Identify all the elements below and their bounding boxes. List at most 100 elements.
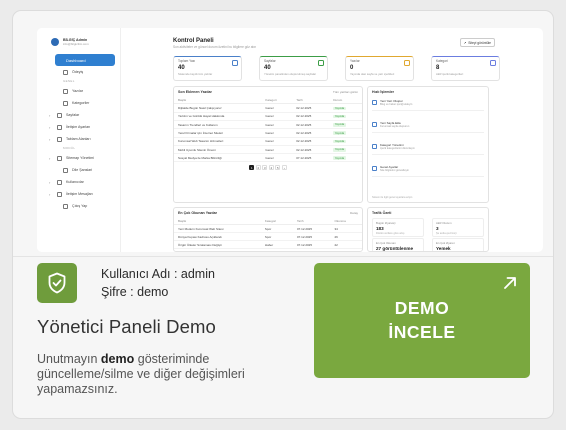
stat-value: 0 (350, 65, 354, 71)
quick-action-text: Kategori Yönetimi İçerik kategorilerini d… (380, 143, 415, 154)
page-button: › (281, 165, 287, 171)
sidebar-item-label: İletişim Mesajları (66, 192, 93, 196)
table-cell: Genel (261, 145, 293, 155)
stat-label: Sayfalar (264, 59, 276, 63)
menu-item-icon (63, 69, 68, 75)
page-title: Kontrol Paneli (173, 38, 214, 44)
sidebar-item-label: Dile Şanslari (72, 168, 93, 172)
table-cell: 02.12.2025 (292, 112, 330, 121)
menu-item-icon (63, 167, 68, 173)
stat-icon (490, 60, 496, 66)
table-cell: Yayında (329, 112, 362, 121)
demo-inspect-button[interactable]: DEMO İNCELE (314, 263, 530, 378)
table-cell: 07.12.2025 (292, 240, 331, 250)
sidebar-item: Dile Şanslari (37, 164, 120, 176)
demo-card: BİLGİÇ Admin info@bilgicilim.com Dashboa… (12, 10, 554, 419)
quick-action-desc: Blog ve haber içeriği ekleyin (380, 103, 413, 106)
table-cell: Genel (261, 120, 293, 130)
quick-action-text: Yeni Yazı Oluştur Blog ve haber içeriği e… (380, 99, 412, 110)
action-icon (372, 166, 377, 171)
table-row: Dünya Kupası Kadrosu Açıklandı Spor 07.12.… (174, 232, 362, 242)
notice-emphasis: demo (100, 352, 135, 366)
column-header: Tarih (292, 97, 330, 105)
table-row: Tasarım Trendleri ve Kullanım Genel 02.12.… (174, 120, 362, 130)
table-row: Sosyal Medya ile Marka Bilinirliği Genel 0… (174, 153, 362, 163)
stat-card: Yazılar 0 Yayında olan sayfa ve yazı içeri… (345, 56, 414, 81)
sidebar-list: Ödeyiş GENEL Yazılar Kategoriler › Sayfalar › İ… (37, 66, 120, 212)
sidebar-item-label: Kullanıcılar (66, 180, 84, 184)
page-button: 1 (249, 165, 255, 171)
quick-action-desc: İçerik kategorilerini düzenleyin (380, 147, 415, 150)
sidebar-item: Yazılar (37, 85, 120, 97)
table-header-row: Başlık Kategori Tarih Okunma (174, 218, 362, 226)
demo-notice: Unutmayın demo gösteriminde güncelleme/s… (37, 352, 297, 397)
recent-posts-panel: Son Eklenen Yazılar Tüm yazıları görün B… (173, 86, 363, 203)
table-cell: 02.12.2025 (292, 145, 330, 155)
table-cell: 18 (330, 248, 362, 251)
menu-item-icon (57, 112, 62, 118)
table-cell: Yerel Firmalar için İnternet Siteleri (174, 128, 262, 138)
sidebar-item: Kategoriler (37, 97, 120, 109)
profile-email: info@bilgicilim.com (63, 42, 89, 46)
quick-action-item: Kategori Yönetimi İçerik kategorilerini d… (372, 143, 484, 155)
table-cell: Spor (260, 224, 293, 234)
sidebar-item: Çıkış Yap (37, 200, 120, 212)
table-cell: Özgür Ülkeler Sıralaması Değişti (174, 240, 261, 250)
stat-card: Sayfalar 40 Yönetim panelinden oluşturulmu… (259, 56, 328, 81)
traffic-tile-value: 183 (376, 225, 384, 231)
menu-item-icon (63, 100, 68, 106)
table-row: Yerel Firmalar için İnternet Siteleri Gen… (174, 128, 362, 138)
table-cell: 02.12.2025 (292, 120, 330, 130)
recent-posts-link: Tüm yazıları görün (332, 90, 358, 94)
quick-actions-list: Yeni Yazı Oluştur Blog ve haber içeriği e… (368, 99, 488, 177)
menu-item-icon (63, 88, 68, 94)
table-row: Kurumsal Web Tasarım Hizmetleri Genel 02.1… (174, 137, 362, 146)
table-cell: Spor (260, 232, 293, 242)
shield-check-icon (37, 263, 77, 303)
quick-actions-footer: Sistem ile ilgili genel ayarlara erişin (372, 196, 413, 199)
table-row: Yapay Zeka Yeni Dönemi BaşlattıTeknoloji… (174, 248, 362, 251)
page-button: 2 (255, 165, 261, 171)
table-cell: Yapay Zeka Yeni Dönemi Başlattı (174, 248, 261, 251)
table-cell: 07.12.2025 (292, 153, 330, 163)
column-header: Başlık (174, 218, 261, 226)
stat-label: Yazılar (350, 59, 360, 63)
stat-desc: Sistemde kayıtlı tüm yazılar (178, 72, 213, 76)
table-cell: Kurumsal Web Tasarım Hizmetleri (174, 137, 262, 146)
arrow-up-right-icon (504, 277, 516, 289)
traffic-tile-label: En Çok Ziyaret (436, 240, 455, 245)
table-cell: Yazılım ve Günlük Hayat Hakkında (174, 112, 262, 121)
action-icon (372, 144, 377, 149)
quick-actions-title: Hızlı İşlemler (372, 90, 394, 94)
admin-panel-preview[interactable]: BİLGİÇ Admin info@bilgicilim.com Dashboa… (37, 28, 543, 252)
traffic-tile-desc: Kategori bazlı (436, 252, 480, 253)
popular-posts-link: Detay (350, 211, 358, 215)
status-badge: Yayında (333, 123, 346, 127)
quick-action-item: Yeni Yazı Oluştur Blog ve haber içeriği e… (372, 99, 484, 111)
traffic-tile: Aktif Oturum 3 Şu anda çevrimiçi (432, 218, 484, 237)
sidebar-item: › Sitemap Yönetimi (37, 152, 120, 164)
table-cell: Teknoloji (260, 248, 293, 251)
stat-label: Kategori (436, 59, 448, 63)
menu-item-icon (57, 191, 62, 197)
stat-desc: Yönetim panelinden oluşturulmuş sayfalar (264, 72, 316, 76)
table-cell: 22 (330, 240, 362, 250)
traffic-tile-label: Aktif Oturum (436, 220, 452, 225)
action-icon (372, 122, 377, 127)
table-cell: Genel (261, 153, 293, 163)
stat-icon (404, 60, 410, 66)
action-icon (372, 100, 377, 105)
chevron-right-icon: › (49, 191, 51, 197)
traffic-tile-label: En Çok Okunan (376, 240, 396, 245)
sidebar-item: › Sayfalar (37, 109, 120, 121)
table-cell: 07.12.2025 (292, 224, 331, 234)
traffic-title: Trafik Özeti (372, 211, 392, 215)
table-cell: Yayında (329, 128, 362, 138)
pagination: 1 2 3 4 5 › (174, 165, 362, 171)
table-row: Yazılım ve Günlük Hayat Hakkında Genel 02.… (174, 112, 362, 121)
external-link-icon: ↗ (463, 40, 467, 45)
chevron-right-icon: › (49, 112, 51, 118)
table-cell: Genel (261, 128, 293, 138)
menu-item-icon (57, 136, 62, 142)
popular-posts-title: En Çok Okunan Yazılar (178, 211, 218, 215)
